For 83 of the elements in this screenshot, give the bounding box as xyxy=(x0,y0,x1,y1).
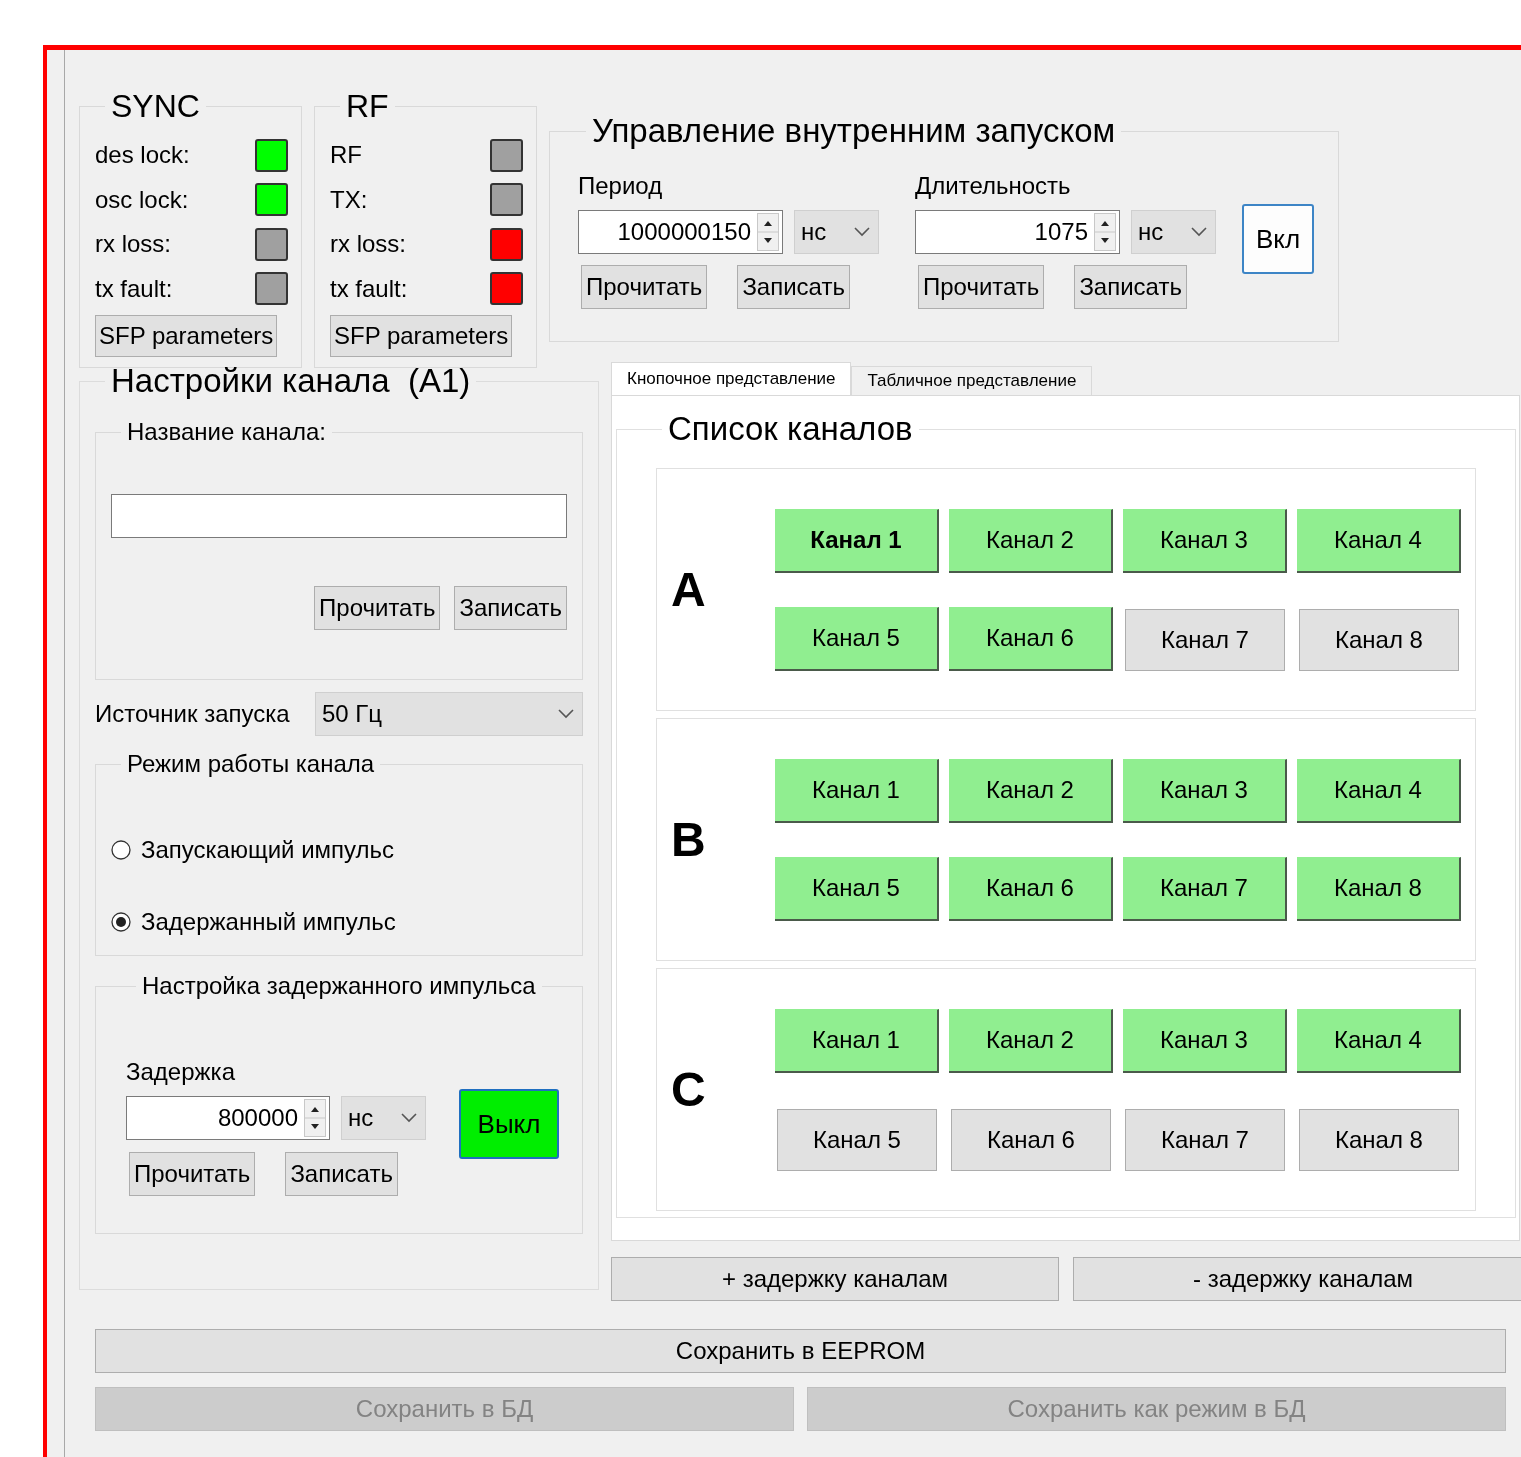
sfp-parameters-button[interactable]: SFP parameters xyxy=(95,315,278,357)
tab[interactable]: Кнопочное представление xyxy=(611,362,852,395)
write-button[interactable]: Записать xyxy=(285,1152,398,1196)
group-title: Настройка задержанного импульса xyxy=(141,972,537,1000)
chevron-down-icon xyxy=(854,227,870,237)
channel-button[interactable]: Канал 1 xyxy=(775,1008,939,1073)
group-letter: C xyxy=(671,1062,707,1117)
channel-button[interactable]: Канал 4 xyxy=(1297,758,1461,823)
field-label: Источник запуска xyxy=(95,700,290,728)
radio-icon[interactable] xyxy=(111,840,131,860)
toggle-button[interactable]: Выкл xyxy=(459,1089,559,1159)
status-label: TX: xyxy=(330,185,368,214)
chevron-down-icon xyxy=(401,1113,417,1123)
channel-button[interactable]: Канал 2 xyxy=(949,1008,1113,1073)
unit-dropdown[interactable]: нс xyxy=(341,1096,426,1140)
spin-arrows-icon[interactable] xyxy=(304,1099,326,1137)
channel-button[interactable]: Канал 8 xyxy=(1299,608,1459,671)
channel-button[interactable]: Канал 5 xyxy=(777,1108,937,1171)
radio-option[interactable]: Задержанный импульс xyxy=(111,886,567,958)
field-label: Задержка xyxy=(126,1058,236,1086)
channel-button[interactable]: Канал 2 xyxy=(949,508,1113,573)
channel-button[interactable]: Канал 6 xyxy=(951,1108,1111,1171)
channel-button[interactable]: Канал 7 xyxy=(1125,1108,1285,1171)
channel-button[interactable]: Канал 8 xyxy=(1297,856,1461,921)
channel-button[interactable]: Канал 3 xyxy=(1123,508,1287,573)
group-title: Название канала: xyxy=(126,418,327,446)
tab[interactable]: Табличное представление xyxy=(851,366,1093,395)
status-label: des lock: xyxy=(95,141,190,170)
read-button[interactable]: Прочитать xyxy=(314,586,441,630)
channel-name-field[interactable] xyxy=(111,494,567,538)
radio-icon[interactable] xyxy=(111,912,131,932)
number-field[interactable]: 1075 xyxy=(915,210,1120,254)
unit-dropdown[interactable]: нс xyxy=(794,210,879,254)
channel-button[interactable]: Канал 7 xyxy=(1123,856,1287,921)
read-button[interactable]: Прочитать xyxy=(918,265,1045,309)
number-field[interactable]: 800000 xyxy=(126,1096,330,1140)
status-label: osc lock: xyxy=(95,185,189,214)
number-field[interactable]: 1000000150 xyxy=(578,210,783,254)
channel-button[interactable]: Канал 1 xyxy=(775,508,939,573)
chevron-down-icon xyxy=(1191,227,1207,237)
group-title: Список каналов xyxy=(667,410,914,448)
group-title: RF xyxy=(345,88,390,125)
group-title: Управление внутренним запуском xyxy=(591,112,1117,150)
field-label: Длительность xyxy=(915,172,1072,200)
status-label: rx loss: xyxy=(95,230,171,259)
write-button[interactable]: Записать xyxy=(737,265,850,309)
channel-button[interactable]: Канал 3 xyxy=(1123,1008,1287,1073)
status-label: rx loss: xyxy=(330,230,406,259)
write-button[interactable]: Записать xyxy=(1074,265,1187,309)
save-button[interactable]: Сохранить в EEPROM xyxy=(95,1329,1506,1373)
delay-button[interactable]: + задержку каналам xyxy=(611,1257,1059,1301)
delay-button[interactable]: - задержку каналам xyxy=(1073,1257,1521,1301)
read-button[interactable]: Прочитать xyxy=(129,1152,256,1196)
group-title: Режим работы канала xyxy=(126,750,376,778)
group-title: Настройки канала (A1) xyxy=(110,362,472,400)
status-label: tx fault: xyxy=(330,274,408,303)
channel-button[interactable]: Канал 1 xyxy=(775,758,939,823)
channel-button[interactable]: Канал 5 xyxy=(775,856,939,921)
channel-button[interactable]: Канал 5 xyxy=(775,606,939,671)
unit-dropdown[interactable]: нс xyxy=(1131,210,1216,254)
group-letter: B xyxy=(671,812,707,867)
channel-button[interactable]: Канал 6 xyxy=(949,606,1113,671)
channel-button[interactable]: Канал 2 xyxy=(949,758,1113,823)
channel-button[interactable]: Канал 3 xyxy=(1123,758,1287,823)
write-button[interactable]: Записать xyxy=(454,586,567,630)
channel-button[interactable]: Канал 4 xyxy=(1297,1008,1461,1073)
group-letter: A xyxy=(671,562,707,617)
channel-button[interactable]: Канал 8 xyxy=(1299,1108,1459,1171)
channel-button[interactable]: Канал 6 xyxy=(949,856,1113,921)
status-label: RF xyxy=(330,141,362,170)
channel-button[interactable]: Канал 7 xyxy=(1125,608,1285,671)
field-label: Период xyxy=(578,172,664,200)
read-button[interactable]: Прочитать xyxy=(581,265,708,309)
spin-arrows-icon[interactable] xyxy=(757,213,779,251)
status-label: tx fault: xyxy=(95,274,173,303)
group-title: SYNC xyxy=(110,88,201,125)
radio-option[interactable]: Запускающий импульс xyxy=(111,814,567,886)
channel-button[interactable]: Канал 4 xyxy=(1297,508,1461,573)
chevron-down-icon xyxy=(558,709,574,719)
spin-arrows-icon[interactable] xyxy=(1094,213,1116,251)
trigger-source-dropdown[interactable]: 50 Гц xyxy=(315,692,583,736)
toggle-button[interactable]: Вкл xyxy=(1242,204,1315,274)
sfp-parameters-button[interactable]: SFP parameters xyxy=(330,315,513,357)
